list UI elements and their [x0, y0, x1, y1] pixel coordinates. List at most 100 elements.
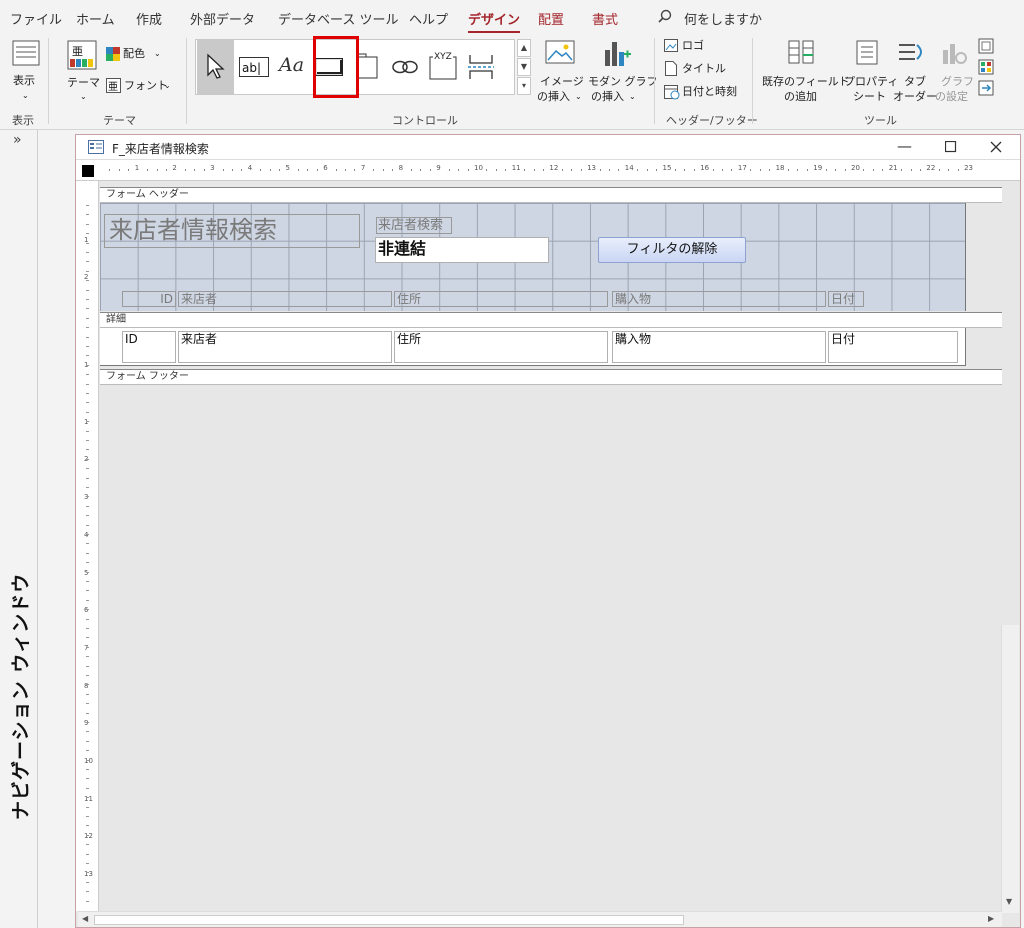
vruler-number: 13: [84, 870, 93, 879]
hyperlink-tool[interactable]: [386, 40, 423, 94]
search-icon[interactable]: [658, 9, 672, 26]
ruler-tick: [637, 169, 639, 171]
scroll-right-arrow-icon[interactable]: ▶: [988, 914, 994, 923]
column-label-date[interactable]: 日付: [828, 291, 864, 307]
form-header-section-bar[interactable]: フォーム ヘッダー: [100, 187, 1002, 203]
ruler-tick: [505, 169, 507, 171]
form-footer-section-label: フォーム フッター: [106, 371, 189, 382]
logo-button[interactable]: ロゴ: [664, 38, 744, 54]
tell-me-box[interactable]: 何をしますか: [684, 9, 762, 28]
vruler-tick: [86, 299, 89, 300]
convert-macros-icon[interactable]: [978, 80, 994, 96]
tab-order-label-2: オーダー: [893, 90, 937, 103]
subform-icon[interactable]: [978, 38, 994, 54]
colors-label: 配色: [123, 47, 145, 60]
vruler-tick: [86, 628, 89, 629]
form-design-window: F_来店者情報検索 — 1 2 3 4 5 6 7 8 9 10 11 12 13 14 15 16 17 18 1…: [75, 134, 1021, 928]
tab-external-data[interactable]: 外部データ: [190, 9, 255, 28]
vruler-tick: [86, 327, 89, 329]
tab-database-tools[interactable]: データベース ツール: [278, 9, 398, 28]
maximize-icon[interactable]: [945, 141, 957, 153]
form-footer-section-bar[interactable]: フォーム フッター: [100, 369, 1002, 385]
minimize-icon[interactable]: —: [897, 137, 912, 155]
property-sheet-button[interactable]: プロパティ シート: [844, 38, 898, 106]
scroll-left-arrow-icon[interactable]: ◀: [82, 914, 88, 923]
form-title-label[interactable]: 来店者情報検索: [104, 214, 360, 248]
logo-label: ロゴ: [682, 39, 704, 52]
vruler-tick: [86, 806, 89, 808]
scroll-down-arrow-icon[interactable]: ▼: [1006, 897, 1012, 906]
form-header-grid[interactable]: 来店者情報検索 来店者検索 非連結 フィルタの解除 ID 来店者 住所 購入物 …: [100, 203, 966, 311]
insert-image-label-2: の挿入: [537, 90, 570, 103]
add-existing-fields-button[interactable]: 既存のフィールド の追加: [762, 38, 850, 106]
fonts-button[interactable]: 亜 フォント ⌄: [106, 78, 172, 94]
vruler-tick: [86, 571, 89, 573]
ruler-number: 4: [247, 164, 253, 172]
vruler-tick: [86, 233, 89, 235]
search-label[interactable]: 来店者検索: [376, 217, 452, 234]
option-group-tool[interactable]: XYZ: [424, 40, 461, 94]
vruler-tick: [86, 534, 89, 535]
detail-field-id[interactable]: ID: [122, 331, 176, 363]
ruler-tick: [693, 169, 695, 171]
search-textbox[interactable]: 非連結: [375, 237, 549, 263]
ruler-tick: [646, 169, 648, 171]
detail-field-visitor[interactable]: 来店者: [178, 331, 392, 363]
insert-image-label-1: イメージ: [540, 75, 584, 88]
column-label-address[interactable]: 住所: [394, 291, 608, 307]
select-tool[interactable]: [197, 40, 234, 94]
detail-field-address[interactable]: 住所: [394, 331, 608, 363]
tab-file[interactable]: ファイル: [10, 9, 62, 28]
close-icon[interactable]: [990, 141, 1002, 153]
view-button[interactable]: 表示 ⌄: [6, 38, 46, 104]
navigation-pane[interactable]: » ナビゲーション ウィンドウ: [0, 130, 38, 928]
gallery-scroll-up[interactable]: ▲: [517, 39, 531, 57]
vruler-tick: [86, 609, 89, 611]
vruler-tick: [86, 280, 89, 282]
tab-design[interactable]: デザイン: [468, 9, 521, 33]
detail-field-date[interactable]: 日付: [828, 331, 958, 363]
vertical-scrollbar[interactable]: ▼: [1001, 625, 1019, 913]
horizontal-scroll-thumb[interactable]: [94, 915, 684, 925]
chart-settings-label-2: の設定: [935, 90, 968, 103]
ruler-tick: [806, 169, 808, 171]
tab-create[interactable]: 作成: [136, 9, 162, 28]
detail-grid[interactable]: ID 来店者 住所 購入物 日付: [100, 328, 966, 366]
tab-order-button[interactable]: タブ オーダー: [892, 38, 937, 106]
ruler-tick: [571, 169, 573, 171]
tab-format[interactable]: 書式: [592, 9, 618, 28]
insert-modern-chart-button[interactable]: モダン グラフ の挿入 ⌄: [588, 38, 658, 106]
theme-button[interactable]: 亜 テーマ ⌄: [62, 38, 104, 104]
column-label-visitor[interactable]: 来店者: [178, 291, 392, 307]
detail-field-purchase[interactable]: 購入物: [612, 331, 826, 363]
label-tool[interactable]: Aa: [273, 40, 310, 94]
datetime-button[interactable]: 日付と時刻: [664, 84, 744, 100]
ruler-tick: [194, 169, 196, 171]
expand-nav-icon[interactable]: »: [13, 132, 22, 148]
tab-arrange[interactable]: 配置: [538, 9, 564, 28]
form-selector[interactable]: [82, 165, 94, 177]
horizontal-scrollbar[interactable]: ◀ ▶: [78, 911, 1002, 927]
ruler-tick: [486, 169, 488, 171]
ruler-tick: [269, 169, 271, 171]
tab-home[interactable]: ホーム: [76, 9, 115, 28]
ruler-tick: [382, 169, 384, 171]
ruler-number: 18: [775, 164, 785, 172]
textbox-tool[interactable]: ab|: [235, 40, 272, 94]
clear-filter-button[interactable]: フィルタの解除: [598, 237, 746, 263]
column-label-id[interactable]: ID: [122, 291, 176, 307]
tab-help[interactable]: ヘルプ: [409, 9, 448, 28]
vruler-tick: [86, 205, 89, 206]
vruler-number: 11: [84, 794, 93, 803]
colors-button[interactable]: 配色 ⌄: [106, 46, 166, 62]
column-label-purchase[interactable]: 購入物: [612, 291, 826, 307]
gallery-more[interactable]: ▾: [517, 77, 531, 95]
title-button[interactable]: タイトル: [664, 61, 744, 77]
gallery-scroll-down[interactable]: ▼: [517, 58, 531, 76]
vruler-number: 7: [84, 643, 89, 652]
insert-image-button[interactable]: イメージ の挿入 ⌄: [536, 38, 586, 106]
ruler-tick: [241, 169, 243, 171]
detail-section-bar[interactable]: 詳細: [100, 312, 1002, 328]
page-break-tool[interactable]: [462, 40, 499, 94]
view-code-icon[interactable]: [978, 59, 994, 75]
